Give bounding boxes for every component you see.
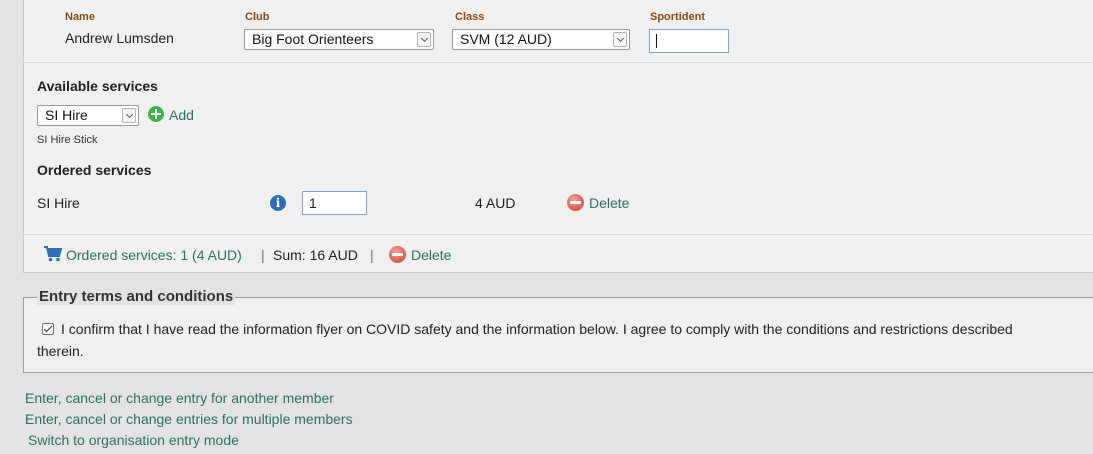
terms-text-line1: I confirm that I have read the informati… — [61, 321, 1013, 337]
delete-icon[interactable] — [567, 194, 584, 211]
add-service-link[interactable]: Add — [169, 107, 194, 123]
cart-icon[interactable] — [43, 245, 63, 263]
class-header: Class — [455, 11, 485, 23]
delete-icon[interactable] — [389, 246, 406, 263]
multiple-members-link[interactable]: Enter, cancel or change entries for mult… — [25, 411, 353, 427]
club-select[interactable]: Big Foot Orienteers — [244, 29, 434, 50]
ordered-services-title: Ordered services — [37, 162, 152, 178]
sportident-header: Sportident — [650, 11, 705, 23]
ordered-service-name: SI Hire — [37, 195, 80, 211]
divider — [23, 234, 1093, 235]
available-services-title: Available services — [37, 78, 158, 94]
terms-text-line2: therein. — [37, 343, 84, 359]
quantity-value: 1 — [309, 195, 317, 211]
club-header: Club — [245, 11, 270, 23]
change-entry-link[interactable]: Enter, cancel or change entry for anothe… — [25, 390, 334, 406]
delete-entry-link[interactable]: Delete — [411, 247, 451, 263]
service-select-value: SI Hire — [45, 107, 88, 123]
separator: | — [370, 247, 374, 263]
member-name: Andrew Lumsden — [65, 30, 174, 46]
text-cursor — [656, 34, 657, 48]
info-icon[interactable]: i — [270, 195, 286, 211]
sum-total: Sum: 16 AUD — [273, 247, 358, 263]
terms-checkbox[interactable] — [42, 323, 54, 335]
add-icon[interactable] — [148, 106, 164, 122]
name-header: Name — [65, 11, 95, 23]
chevron-down-icon — [417, 32, 431, 47]
class-select[interactable]: SVM (12 AUD) — [452, 29, 630, 50]
quantity-input[interactable]: 1 — [302, 191, 367, 215]
sportident-input[interactable] — [649, 29, 729, 53]
ordered-services-link[interactable]: Ordered services: 1 (4 AUD) — [66, 247, 242, 263]
terms-legend: Entry terms and conditions — [37, 288, 236, 305]
chevron-down-icon — [122, 108, 136, 123]
service-select[interactable]: SI Hire — [37, 105, 139, 126]
organisation-mode-link[interactable]: Switch to organisation entry mode — [28, 432, 239, 448]
class-select-value: SVM (12 AUD) — [460, 31, 552, 47]
service-price: 4 AUD — [475, 195, 516, 211]
separator: | — [261, 247, 265, 263]
chevron-down-icon — [613, 32, 627, 47]
divider — [23, 62, 1093, 63]
delete-service-link[interactable]: Delete — [589, 195, 629, 211]
service-description: SI Hire Stick — [37, 134, 98, 146]
club-select-value: Big Foot Orienteers — [252, 31, 374, 47]
